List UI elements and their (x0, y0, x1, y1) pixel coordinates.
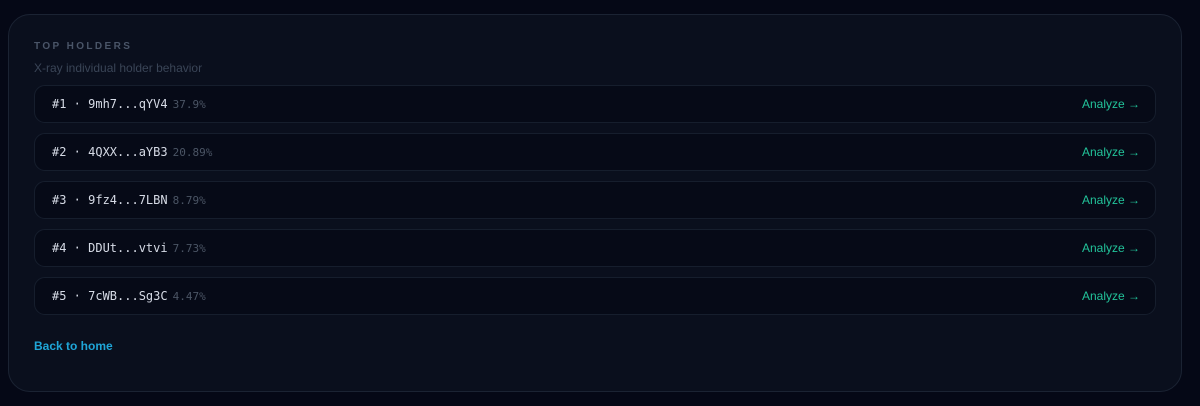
holder-row: #2 · 4QXX...aYB3 20.89% Analyze → (34, 133, 1156, 171)
holder-row: #1 · 9mh7...qYV4 37.9% Analyze → (34, 85, 1156, 123)
back-to-home-link[interactable]: Back to home (34, 339, 113, 353)
holder-address: #3 · 9fz4...7LBN (52, 193, 168, 207)
analyze-button[interactable]: Analyze → (1082, 289, 1140, 303)
holder-address: #1 · 9mh7...qYV4 (52, 97, 168, 111)
holder-info: #4 · DDUt...vtvi 7.73% (52, 241, 206, 255)
analyze-button[interactable]: Analyze → (1082, 193, 1140, 207)
holder-row: #3 · 9fz4...7LBN 8.79% Analyze → (34, 181, 1156, 219)
panel-title: TOP HOLDERS (34, 41, 133, 52)
holder-info: #1 · 9mh7...qYV4 37.9% (52, 97, 206, 111)
holder-row: #5 · 7cWB...Sg3C 4.47% Analyze → (34, 277, 1156, 315)
holder-percent: 20.89% (172, 146, 213, 159)
holder-address: #2 · 4QXX...aYB3 (52, 145, 168, 159)
holder-address: #4 · DDUt...vtvi (52, 241, 168, 255)
analyze-button[interactable]: Analyze → (1082, 145, 1140, 159)
analyze-button[interactable]: Analyze → (1082, 241, 1140, 255)
panel-subtitle: X-ray individual holder behavior (34, 61, 203, 75)
holder-info: #3 · 9fz4...7LBN 8.79% (52, 193, 206, 207)
holder-percent: 7.73% (172, 242, 206, 255)
top-holders-panel: TOP HOLDERS X-ray individual holder beha… (8, 14, 1182, 392)
holder-percent: 8.79% (172, 194, 206, 207)
holder-row: #4 · DDUt...vtvi 7.73% Analyze → (34, 229, 1156, 267)
holders-list: #1 · 9mh7...qYV4 37.9% Analyze → #2 · 4Q… (34, 85, 1156, 315)
holder-percent: 37.9% (172, 98, 206, 111)
analyze-button[interactable]: Analyze → (1082, 97, 1140, 111)
holder-address: #5 · 7cWB...Sg3C (52, 289, 168, 303)
holder-info: #5 · 7cWB...Sg3C 4.47% (52, 289, 206, 303)
holder-info: #2 · 4QXX...aYB3 20.89% (52, 145, 212, 159)
holder-percent: 4.47% (172, 290, 206, 303)
